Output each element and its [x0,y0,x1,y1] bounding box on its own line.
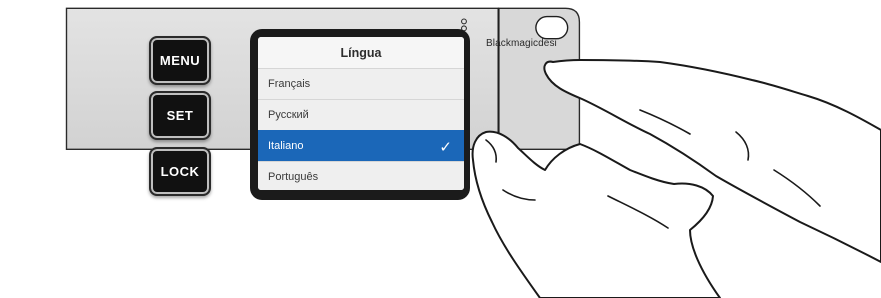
hand-illustration [471,59,881,298]
device-photo-scene: MENU SET LOCK Língua Français Русский It… [0,0,881,298]
